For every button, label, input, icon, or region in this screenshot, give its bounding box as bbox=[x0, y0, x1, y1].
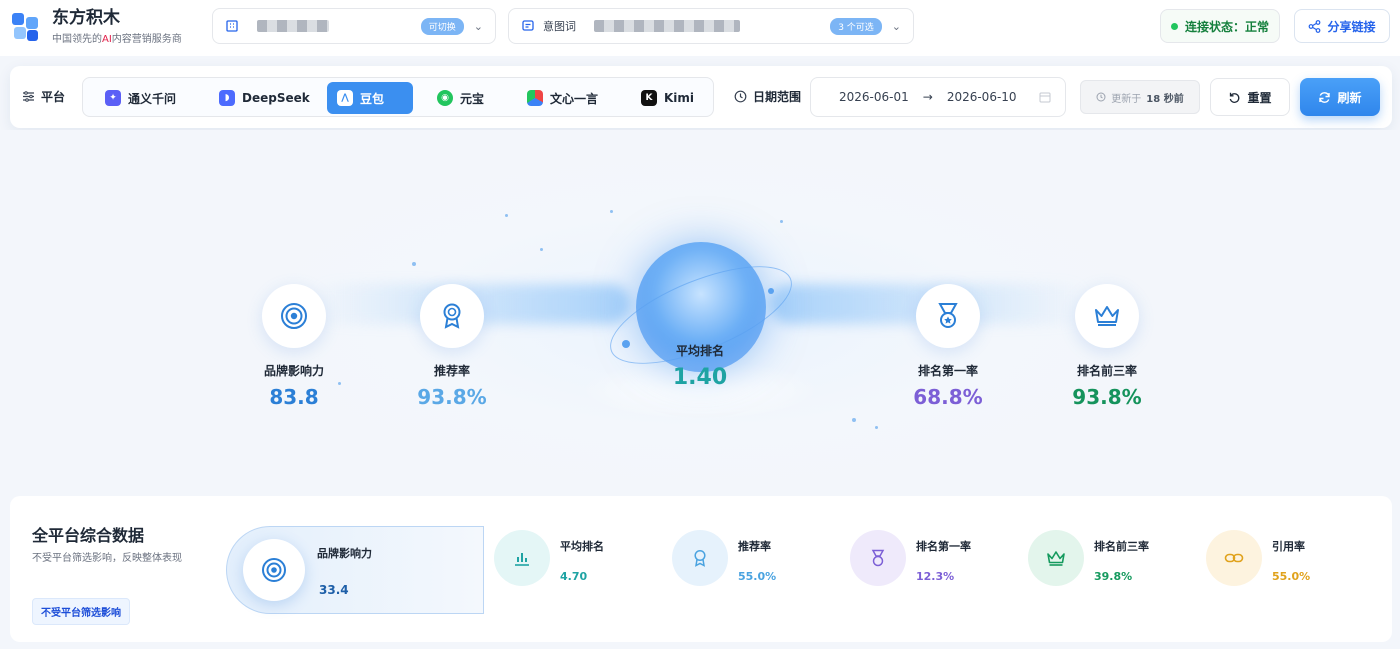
rank-first-rate-kpi: 排名第一率 68.8% bbox=[878, 284, 1018, 409]
calendar-icon bbox=[1039, 92, 1051, 103]
doubao-icon: ⋀ bbox=[337, 90, 353, 106]
logo-icon bbox=[10, 11, 42, 43]
overall-citation-rate-card[interactable]: 引用率 55.0% bbox=[1206, 530, 1310, 586]
overall-rank-first-card[interactable]: 排名第一率 12.3% bbox=[850, 530, 971, 586]
share-button[interactable]: 分享链接 bbox=[1294, 9, 1390, 43]
recommend-rate-kpi: 推荐率 93.8% bbox=[382, 284, 522, 409]
date-range-label: 日期范围 bbox=[734, 88, 801, 105]
link-icon bbox=[1206, 530, 1262, 586]
platform-label: 平台 bbox=[22, 88, 65, 105]
award-icon bbox=[672, 530, 728, 586]
bar-chart-icon bbox=[494, 530, 550, 586]
clock-icon bbox=[734, 90, 747, 103]
platform-tab-doubao[interactable]: ⋀ 豆包 bbox=[327, 82, 413, 114]
keyword-label: 意图词 bbox=[543, 20, 576, 33]
status-dot-icon bbox=[1170, 22, 1178, 30]
overall-average-rank-card[interactable]: 平均排名 4.70 bbox=[494, 530, 604, 586]
refresh-icon bbox=[1319, 91, 1331, 103]
overall-recommend-rate-card[interactable]: 推荐率 55.0% bbox=[672, 530, 776, 586]
recommend-rate-value: 93.8% bbox=[417, 385, 487, 409]
chevron-down-icon: ⌄ bbox=[891, 19, 901, 33]
rank-first-rate-value: 68.8% bbox=[913, 385, 983, 409]
overall-rank-top3-card[interactable]: 排名前三率 39.8% bbox=[1028, 530, 1149, 586]
clock-icon bbox=[1096, 92, 1106, 102]
redacted-keyword bbox=[594, 20, 740, 32]
filter-bar: 平台 ✦ 通义千问 ◗ DeepSeek ⋀ 豆包 ◉ 元宝 文心一言 K Kimi 日期… bbox=[10, 66, 1392, 128]
brand-selector[interactable]: 可切换 ⌄ bbox=[212, 8, 496, 44]
platform-tab-kimi[interactable]: K Kimi bbox=[631, 82, 704, 114]
date-start[interactable]: 2026-06-01 bbox=[839, 90, 909, 104]
average-rank-label: 平均排名 bbox=[675, 344, 724, 358]
platform-tab-yuanbao[interactable]: ◉ 元宝 bbox=[427, 82, 494, 114]
platform-tab-deepseek[interactable]: ◗ DeepSeek bbox=[209, 82, 320, 114]
rank-top3-rate-value: 93.8% bbox=[1072, 385, 1142, 409]
date-range-picker[interactable]: 2026-06-01 → 2026-06-10 bbox=[810, 77, 1066, 117]
chevron-down-icon: ⌄ bbox=[473, 19, 483, 33]
switchable-badge: 可切换 bbox=[420, 17, 464, 35]
medal-icon bbox=[850, 530, 906, 586]
average-rank-value: 1.40 bbox=[672, 365, 728, 390]
wenxin-icon bbox=[527, 90, 543, 106]
platform-tab-wenxin[interactable]: 文心一言 bbox=[517, 82, 608, 114]
last-updated: 更新于 18 秒前 bbox=[1080, 80, 1200, 114]
brand-influence-kpi: 品牌影响力 83.8 bbox=[224, 284, 364, 409]
overall-data-panel: 全平台综合数据 不受平台筛选影响，反映整体表现 不受平台筛选影响 品牌影响力 3… bbox=[10, 496, 1392, 642]
sliders-icon bbox=[23, 91, 34, 102]
date-arrow-icon: → bbox=[922, 90, 933, 104]
building-icon bbox=[226, 20, 238, 32]
award-icon bbox=[420, 284, 484, 348]
undo-icon bbox=[1230, 92, 1240, 103]
target-icon bbox=[262, 284, 326, 348]
hero-metrics: 平均排名 1.40 品牌影响力 83.8 推荐率 93.8% 排名第一率 68.… bbox=[0, 130, 1400, 490]
platform-tab-tongyi[interactable]: ✦ 通义千问 bbox=[95, 82, 186, 114]
top-bar: 东方积木 中国领先的AI内容营销服务商 可切换 ⌄ 意图词 3 个可选 ⌄ 连接… bbox=[0, 0, 1400, 56]
refresh-button[interactable]: 刷新 bbox=[1300, 78, 1380, 116]
featured-value: 33.4 bbox=[319, 583, 349, 597]
medal-icon bbox=[916, 284, 980, 348]
brand-tagline: 中国领先的AI内容营销服务商 bbox=[52, 34, 182, 45]
brand-logo[interactable]: 东方积木 中国领先的AI内容营销服务商 bbox=[10, 8, 182, 45]
redacted-brand bbox=[257, 20, 329, 32]
section-title: 全平台综合数据 bbox=[32, 526, 145, 545]
brand-influence-value: 83.8 bbox=[269, 385, 319, 409]
brand-name: 东方积木 bbox=[52, 8, 120, 28]
rank-top3-rate-kpi: 排名前三率 93.8% bbox=[1037, 284, 1177, 409]
message-icon bbox=[522, 20, 534, 31]
target-icon bbox=[243, 539, 305, 601]
connection-status: 连接状态：正常 bbox=[1160, 9, 1280, 43]
keyword-selector[interactable]: 意图词 3 个可选 ⌄ bbox=[508, 8, 914, 44]
tongyi-icon: ✦ bbox=[105, 90, 121, 106]
yuanbao-icon: ◉ bbox=[437, 90, 453, 106]
platform-tabs: ✦ 通义千问 ◗ DeepSeek ⋀ 豆包 ◉ 元宝 文心一言 K Kimi bbox=[82, 77, 714, 117]
section-description: 不受平台筛选影响，反映整体表现 bbox=[32, 553, 182, 564]
featured-label: 品牌影响力 bbox=[317, 547, 372, 560]
date-end[interactable]: 2026-06-10 bbox=[947, 90, 1017, 104]
average-rank-kpi: 平均排名 1.40 bbox=[630, 342, 770, 390]
reset-button[interactable]: 重置 bbox=[1210, 78, 1290, 116]
crown-icon bbox=[1028, 530, 1084, 586]
kimi-icon: K bbox=[641, 90, 657, 106]
unaffected-tag: 不受平台筛选影响 bbox=[32, 598, 130, 625]
featured-brand-influence-card[interactable]: 品牌影响力 33.4 bbox=[226, 526, 484, 614]
keyword-count-badge: 3 个可选 bbox=[830, 17, 882, 35]
deepseek-icon: ◗ bbox=[219, 90, 235, 106]
crown-icon bbox=[1075, 284, 1139, 348]
share-icon bbox=[1309, 19, 1321, 33]
